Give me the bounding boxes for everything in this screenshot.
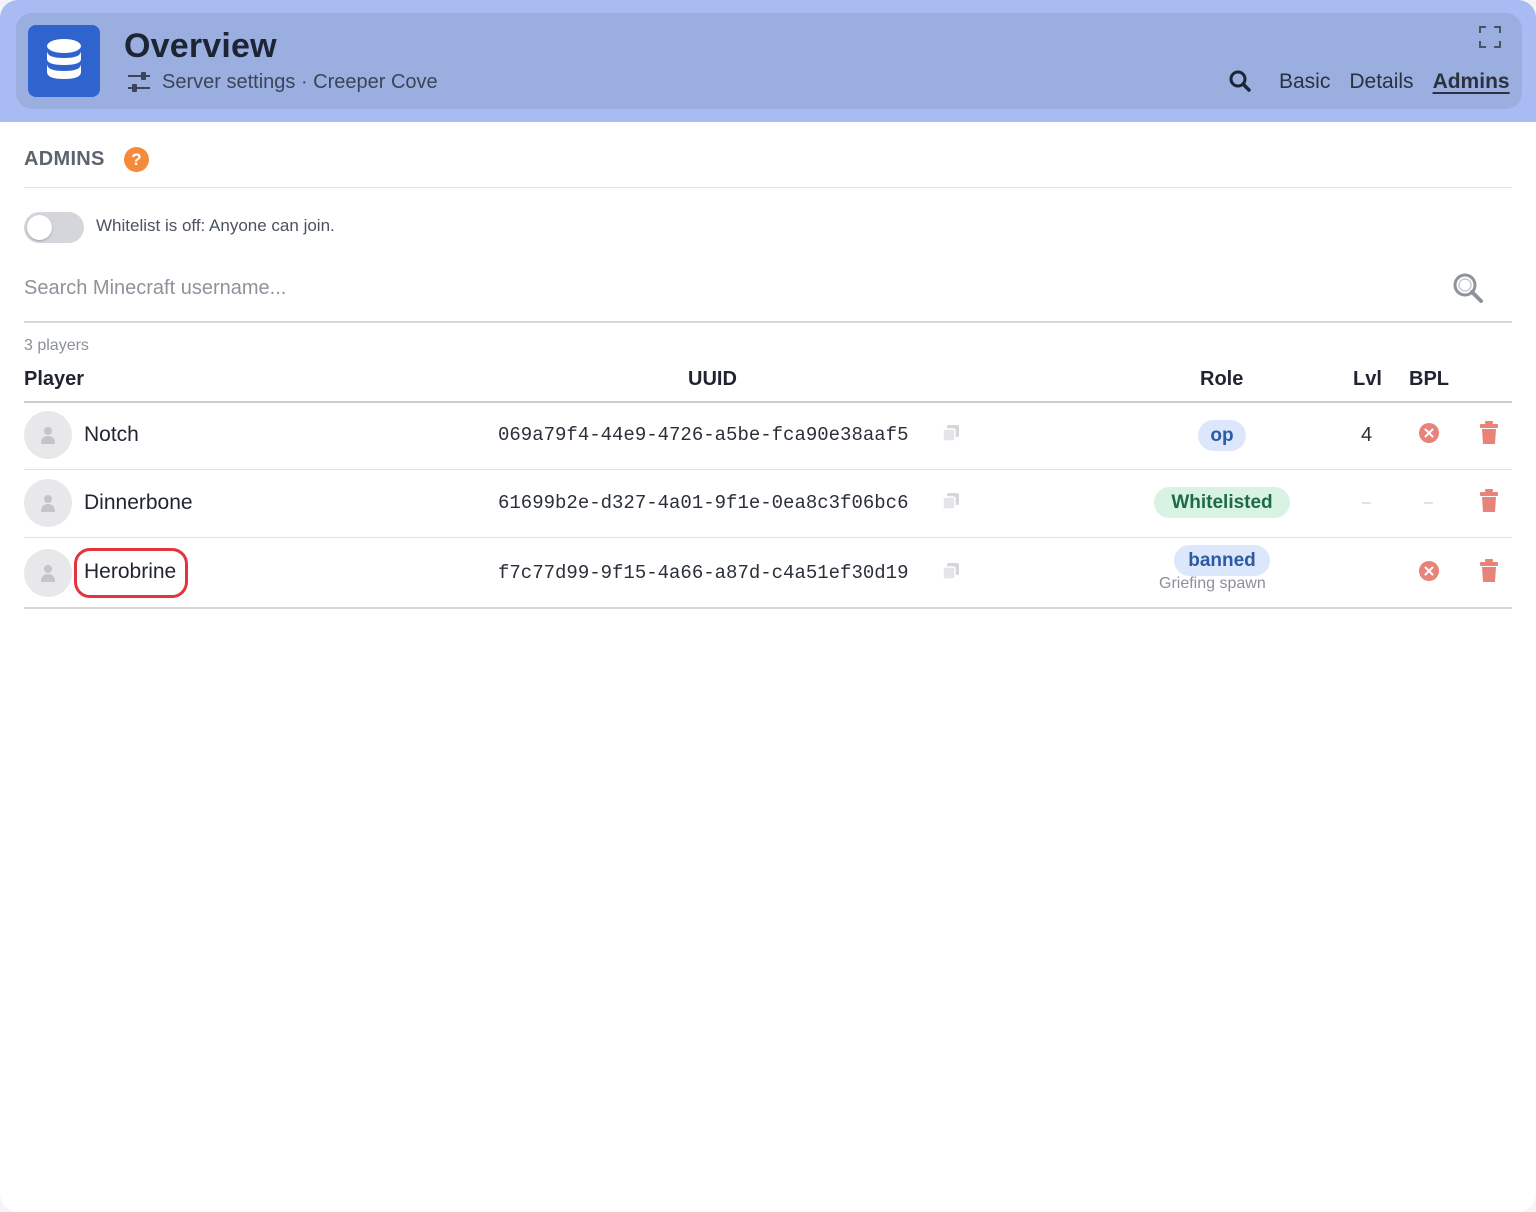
trash-icon[interactable]: [1479, 559, 1499, 588]
header-search-icon[interactable]: [1228, 69, 1252, 98]
copy-icon[interactable]: [942, 492, 960, 515]
header-card: Overview Server settings · Creeper Cove …: [16, 13, 1522, 109]
avatar: [24, 411, 72, 459]
search-underline: [24, 321, 1512, 323]
section-title: ADMINS: [24, 148, 105, 170]
col-header-uuid[interactable]: UUID: [688, 368, 737, 391]
col-header-player[interactable]: Player: [24, 368, 84, 391]
search-input[interactable]: [24, 270, 1424, 306]
player-name[interactable]: Dinnerbone: [84, 491, 193, 515]
page-title: Overview: [124, 27, 277, 65]
search-icon[interactable]: [1452, 272, 1484, 309]
app-window: Overview Server settings · Creeper Cove …: [0, 0, 1536, 1212]
app-logo: [28, 25, 100, 97]
tab-admins[interactable]: Admins: [1433, 69, 1510, 95]
trash-icon[interactable]: [1479, 421, 1499, 450]
user-icon: [41, 565, 55, 582]
ban-reason: Griefing spawn: [1159, 575, 1266, 592]
level-value: 4: [1361, 424, 1373, 446]
user-icon: [41, 427, 55, 444]
tab-bar: Basic Details Admins: [1279, 69, 1510, 95]
tab-basic[interactable]: Basic: [1279, 69, 1330, 95]
col-header-lvl[interactable]: Lvl: [1353, 368, 1382, 391]
database-icon: [47, 39, 81, 79]
bpl-value: –: [1424, 494, 1433, 511]
highlight-marker: [74, 548, 188, 598]
user-icon: [41, 495, 55, 512]
col-header-role[interactable]: Role: [1200, 368, 1243, 391]
copy-icon[interactable]: [942, 424, 960, 447]
whitelist-toggle[interactable]: [24, 212, 84, 243]
player-name[interactable]: Notch: [84, 423, 139, 447]
role-badge: banned: [1174, 545, 1270, 576]
table-row[interactable]: Notch 069a79f4-44e9-4726-a5be-fca90e38aa…: [24, 402, 1512, 470]
role-badge: Whitelisted: [1154, 487, 1290, 518]
copy-icon[interactable]: [942, 562, 960, 585]
avatar: [24, 549, 72, 597]
sliders-icon: [128, 72, 150, 92]
level-value: –: [1362, 494, 1371, 511]
tab-details[interactable]: Details: [1349, 69, 1413, 95]
subtitle-text: Server settings · Creeper Cove: [162, 70, 438, 93]
breadcrumb: Server settings · Creeper Cove: [126, 69, 438, 95]
role-badge: op: [1198, 420, 1246, 451]
trash-icon[interactable]: [1479, 489, 1499, 518]
expand-icon[interactable]: [1478, 25, 1502, 54]
whitelist-label: Whitelist is off: Anyone can join.: [96, 216, 335, 235]
player-count: 3 players: [24, 337, 89, 354]
x-circle-icon[interactable]: [1418, 422, 1440, 449]
section-divider: [24, 187, 1512, 188]
player-uuid: 61699b2e-d327-4a01-9f1e-0ea8c3f06bc6: [498, 492, 909, 514]
player-uuid: f7c77d99-9f15-4a66-a87d-c4a51ef30d19: [498, 562, 909, 584]
x-circle-icon[interactable]: [1418, 560, 1440, 587]
help-icon[interactable]: ?: [124, 147, 149, 172]
col-header-bpl[interactable]: BPL: [1409, 368, 1449, 391]
row-divider: [24, 607, 1512, 609]
table-row[interactable]: Herobrine f7c77d99-9f15-4a66-a87d-c4a51e…: [24, 538, 1512, 608]
avatar: [24, 479, 72, 527]
toggle-knob: [27, 215, 52, 240]
table-row[interactable]: Dinnerbone 61699b2e-d327-4a01-9f1e-0ea8c…: [24, 470, 1512, 538]
player-uuid: 069a79f4-44e9-4726-a5be-fca90e38aaf5: [498, 424, 909, 446]
